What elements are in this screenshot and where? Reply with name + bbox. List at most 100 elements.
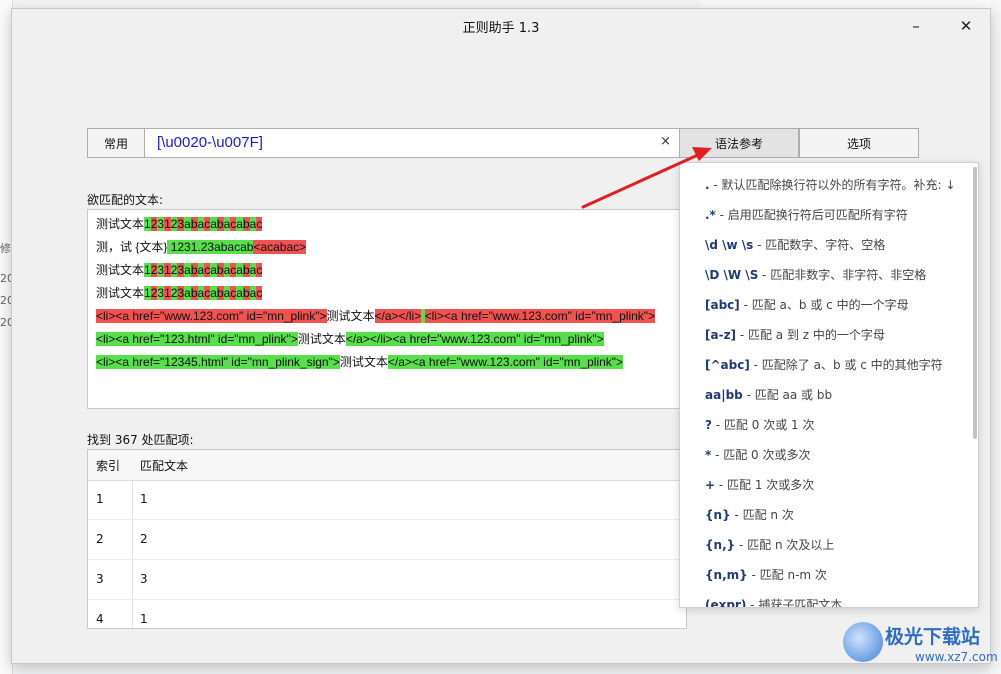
syntax-menu-item[interactable]: [abc] - 匹配 a、b 或 c 中的一个字母 bbox=[705, 296, 909, 313]
table-row[interactable]: 2 2 bbox=[88, 520, 686, 560]
text-line: <li><a href="12345.html" id="mn_plink_si… bbox=[96, 352, 624, 372]
row-match-text: 1 bbox=[140, 612, 148, 626]
syntax-reference-button[interactable]: 语法参考 bbox=[679, 128, 799, 158]
syntax-token: [^abc] bbox=[705, 358, 750, 372]
match-highlight: 1 bbox=[144, 217, 151, 231]
table-row[interactable]: 4 1 bbox=[88, 600, 686, 628]
row-match-text: 2 bbox=[140, 532, 148, 546]
match-highlight: a bbox=[184, 286, 191, 300]
syntax-token: [abc] bbox=[705, 298, 740, 312]
table-row[interactable]: 3 3 bbox=[88, 560, 686, 600]
match-highlight: 1 bbox=[164, 286, 171, 300]
window-title: 正则助手 1.3 bbox=[462, 21, 540, 36]
text-line: 测试文本123123abacabacabac bbox=[96, 260, 263, 280]
syntax-menu-item[interactable]: . - 默认匹配除换行符以外的所有字符。补充: ↓ bbox=[705, 176, 955, 193]
row-index: 1 bbox=[96, 492, 104, 506]
syntax-menu-item[interactable]: [^abc] - 匹配除了 a、b 或 c 中的其他字符 bbox=[705, 356, 943, 373]
match-text-area[interactable]: 测试文本123123abacabacabac 测，试 {文本} 1231.23ab… bbox=[87, 209, 755, 409]
syntax-description: - 匹配 a 到 z 中的一个字母 bbox=[736, 328, 885, 342]
text-line: 测，试 {文本} 1231.23abacab<acabac> bbox=[96, 237, 307, 257]
match-highlight: a bbox=[210, 217, 217, 231]
table-header: 索引 匹配文本 bbox=[88, 450, 686, 481]
match-highlight: <li><a href="123.html" id="mn_plink"> bbox=[96, 332, 298, 346]
row-index: 2 bbox=[96, 532, 104, 546]
match-highlight: <li><a href="12345.html" id="mn_plink_si… bbox=[96, 355, 340, 369]
match-highlight: </a></li><a href="www.123.com" id="mn_pl… bbox=[345, 332, 604, 346]
common-button[interactable]: 常用 bbox=[87, 128, 145, 158]
syntax-description: - 匹配非数字、非字符、非空格 bbox=[758, 268, 927, 282]
match-highlight: a bbox=[210, 286, 217, 300]
text-line: <li><a href="www.123.com" id="mn_plink">… bbox=[96, 306, 656, 326]
match-highlight: a bbox=[184, 263, 191, 277]
syntax-token: .* bbox=[705, 208, 716, 222]
table-row[interactable]: 1 1 bbox=[88, 480, 686, 520]
syntax-menu-item[interactable]: {n} - 匹配 n 次 bbox=[705, 506, 794, 523]
match-highlight: a bbox=[184, 217, 191, 231]
syntax-reference-menu: . - 默认匹配除换行符以外的所有字符。补充: ↓ .* - 启用匹配换行符后可匹… bbox=[679, 162, 979, 608]
match-highlight: b bbox=[216, 263, 224, 277]
match-highlight: c bbox=[256, 217, 263, 231]
close-button[interactable]: ✕ bbox=[952, 15, 980, 37]
match-highlight: 1231.23abacab bbox=[167, 240, 254, 254]
regex-input-value: [\u0020-\u007F] bbox=[157, 134, 263, 151]
background-window-right bbox=[990, 0, 1001, 674]
plain-text: 测试文本 bbox=[297, 332, 346, 346]
syntax-menu-item[interactable]: \d \w \s - 匹配数字、字符、空格 bbox=[705, 236, 885, 253]
column-header-index[interactable]: 索引 bbox=[96, 457, 120, 474]
match-text-label: 欲匹配的文本: bbox=[87, 193, 164, 207]
text-line: 测试文本123123abacabacabac bbox=[96, 283, 263, 303]
clear-icon[interactable]: × bbox=[660, 134, 671, 149]
match-highlight: </a></li> bbox=[374, 309, 422, 323]
results-count-label: 找到 367 处匹配项: bbox=[87, 433, 194, 447]
match-highlight: c bbox=[256, 263, 263, 277]
regex-input[interactable]: [\u0020-\u007F] × bbox=[144, 128, 680, 158]
syntax-menu-item[interactable]: + - 匹配 1 次或多次 bbox=[705, 476, 814, 493]
syntax-description: - 匹配 0 次或 1 次 bbox=[711, 418, 815, 432]
title-bar: 正则助手 1.3 – ✕ bbox=[12, 9, 990, 45]
text-line: <li><a href="123.html" id="mn_plink">测试文… bbox=[96, 329, 604, 349]
match-highlight: b bbox=[242, 217, 250, 231]
syntax-menu-item[interactable]: aa|bb - 匹配 aa 或 bb bbox=[705, 386, 832, 403]
match-highlight: <acabac> bbox=[253, 240, 307, 254]
syntax-menu-item[interactable]: .* - 启用匹配换行符后可匹配所有字符 bbox=[705, 206, 908, 223]
match-highlight: 1 bbox=[144, 286, 151, 300]
syntax-menu-item[interactable]: \D \W \S - 匹配非数字、非字符、非空格 bbox=[705, 266, 926, 283]
match-highlight: c bbox=[256, 286, 263, 300]
match-highlight: b bbox=[216, 217, 224, 231]
match-highlight: b bbox=[190, 217, 198, 231]
match-highlight: <li><a href="www.123.com" id="mn_plink"> bbox=[96, 309, 327, 323]
syntax-token: {n,} bbox=[705, 538, 736, 552]
regex-helper-window: 正则助手 1.3 – ✕ 常用 [\u0020-\u007F] × 语法参考 选… bbox=[11, 8, 991, 664]
plain-text: 测试文本 bbox=[96, 217, 145, 231]
syntax-menu-item[interactable]: [a-z] - 匹配 a 到 z 中的一个字母 bbox=[705, 326, 885, 343]
minimize-button[interactable]: – bbox=[902, 15, 930, 37]
match-highlight: 1 bbox=[164, 263, 171, 277]
column-header-match-text[interactable]: 匹配文本 bbox=[140, 457, 188, 474]
match-highlight: 1 bbox=[144, 263, 151, 277]
syntax-description: - 匹配 0 次或多次 bbox=[711, 448, 811, 462]
match-highlight: a bbox=[236, 263, 243, 277]
syntax-description: - 匹配 n-m 次 bbox=[747, 568, 827, 582]
plain-text: 测试文本 bbox=[339, 355, 388, 369]
background-text: 修 bbox=[0, 242, 11, 255]
syntax-token: + bbox=[705, 478, 716, 492]
syntax-menu-item[interactable]: {n,} - 匹配 n 次及以上 bbox=[705, 536, 834, 553]
menu-scrollbar[interactable] bbox=[973, 167, 977, 439]
match-highlight: b bbox=[190, 286, 198, 300]
row-index: 4 bbox=[96, 612, 104, 626]
syntax-token: {n,m} bbox=[705, 568, 748, 582]
syntax-description: - 匹配 n 次及以上 bbox=[735, 538, 835, 552]
match-highlight: <li><a href="www.123.com" id="mn_plink"> bbox=[424, 309, 656, 323]
row-match-text: 1 bbox=[140, 492, 148, 506]
syntax-menu-item[interactable]: {n,m} - 匹配 n-m 次 bbox=[705, 566, 827, 583]
options-button[interactable]: 选项 bbox=[799, 128, 919, 158]
syntax-menu-item[interactable]: (expr) - 捕获子匹配文本 bbox=[705, 596, 842, 607]
watermark-url: www.xz7.com bbox=[915, 650, 998, 664]
syntax-menu-item[interactable]: * - 匹配 0 次或多次 bbox=[705, 446, 811, 463]
syntax-description: - 默认匹配除换行符以外的所有字符。补充: ↓ bbox=[709, 178, 956, 192]
syntax-menu-item[interactable]: ? - 匹配 0 次或 1 次 bbox=[705, 416, 814, 433]
watermark-logo-icon bbox=[843, 622, 883, 662]
syntax-description: - 匹配除了 a、b 或 c 中的其他字符 bbox=[749, 358, 943, 372]
syntax-description: - 匹配数字、字符、空格 bbox=[753, 238, 886, 252]
plain-text: 测试文本 bbox=[326, 309, 375, 323]
